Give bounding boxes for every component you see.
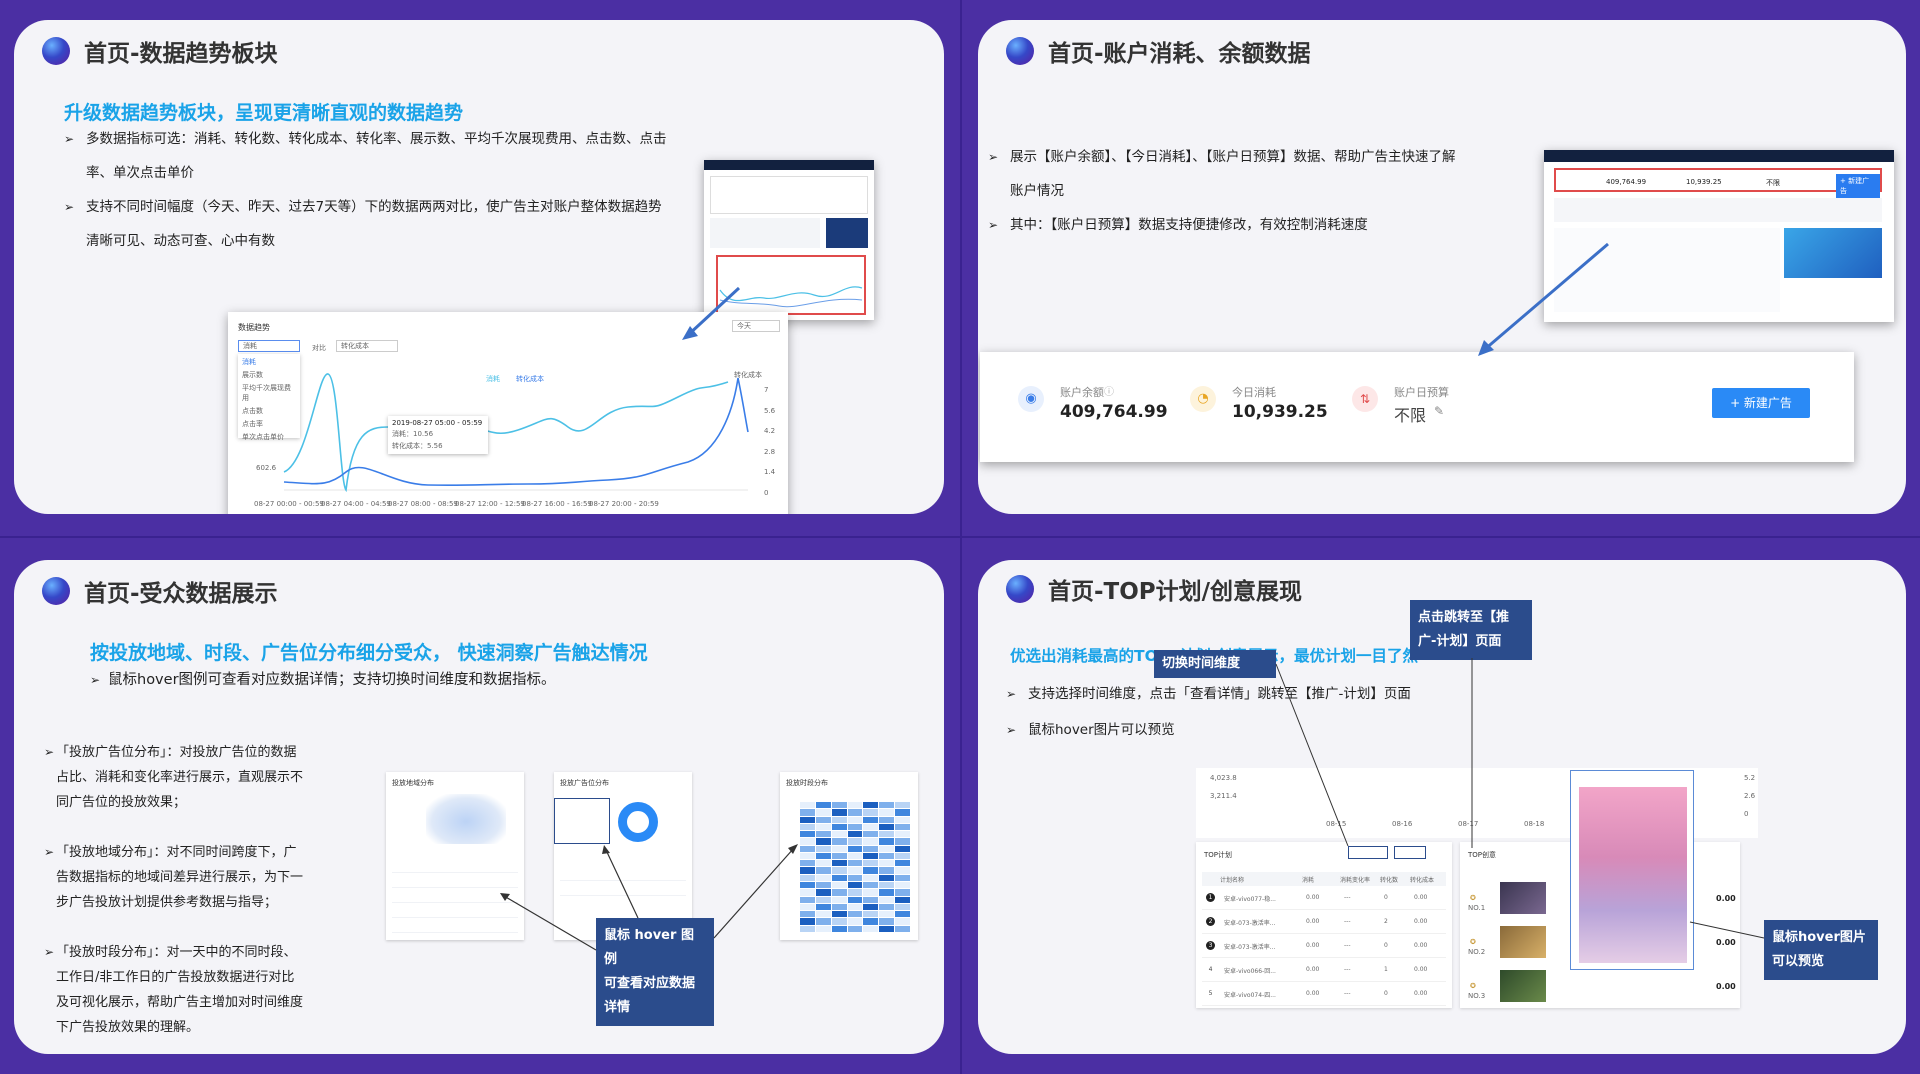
pointer-arrows xyxy=(1275,658,1765,939)
pointer-arrow xyxy=(682,286,741,340)
slide-account: 首页-账户消耗、余额数据 ➢ 展示【账户余额】、【今日消耗】、【账户日预算】数据、… xyxy=(978,20,1906,514)
dropdown-option[interactable]: 单次点击单价 xyxy=(238,429,300,442)
slide-audience: 首页-受众数据展示 按投放地域、时段、广告位分布细分受众， 快速洞察广告触达情况… xyxy=(14,560,944,1054)
slide-top: 首页-TOP计划/创意展现 优选出消耗最高的TOP5计划/创意展示，最优计划一目… xyxy=(978,560,1906,1054)
dropdown-option[interactable]: 消耗 xyxy=(238,354,300,367)
pointer-arrow xyxy=(1478,242,1609,356)
dropdown-option[interactable]: 展示数 xyxy=(238,367,300,380)
metric-dropdown: 消耗 展示数 平均千次展现费用 点击数 点击率 单次点击单价 xyxy=(238,354,300,441)
dropdown-option[interactable]: 点击数 xyxy=(238,403,300,416)
divider-vertical xyxy=(960,0,962,1074)
pointer-arrows xyxy=(500,844,798,951)
slide-trend: 首页-数据趋势板块 升级数据趋势板块，呈现更清晰直观的数据趋势 ➢ 多数据指标可选… xyxy=(14,20,944,514)
dropdown-option[interactable]: 平均千次展现费用 xyxy=(238,380,300,403)
dropdown-option[interactable]: 点击率 xyxy=(238,416,300,429)
